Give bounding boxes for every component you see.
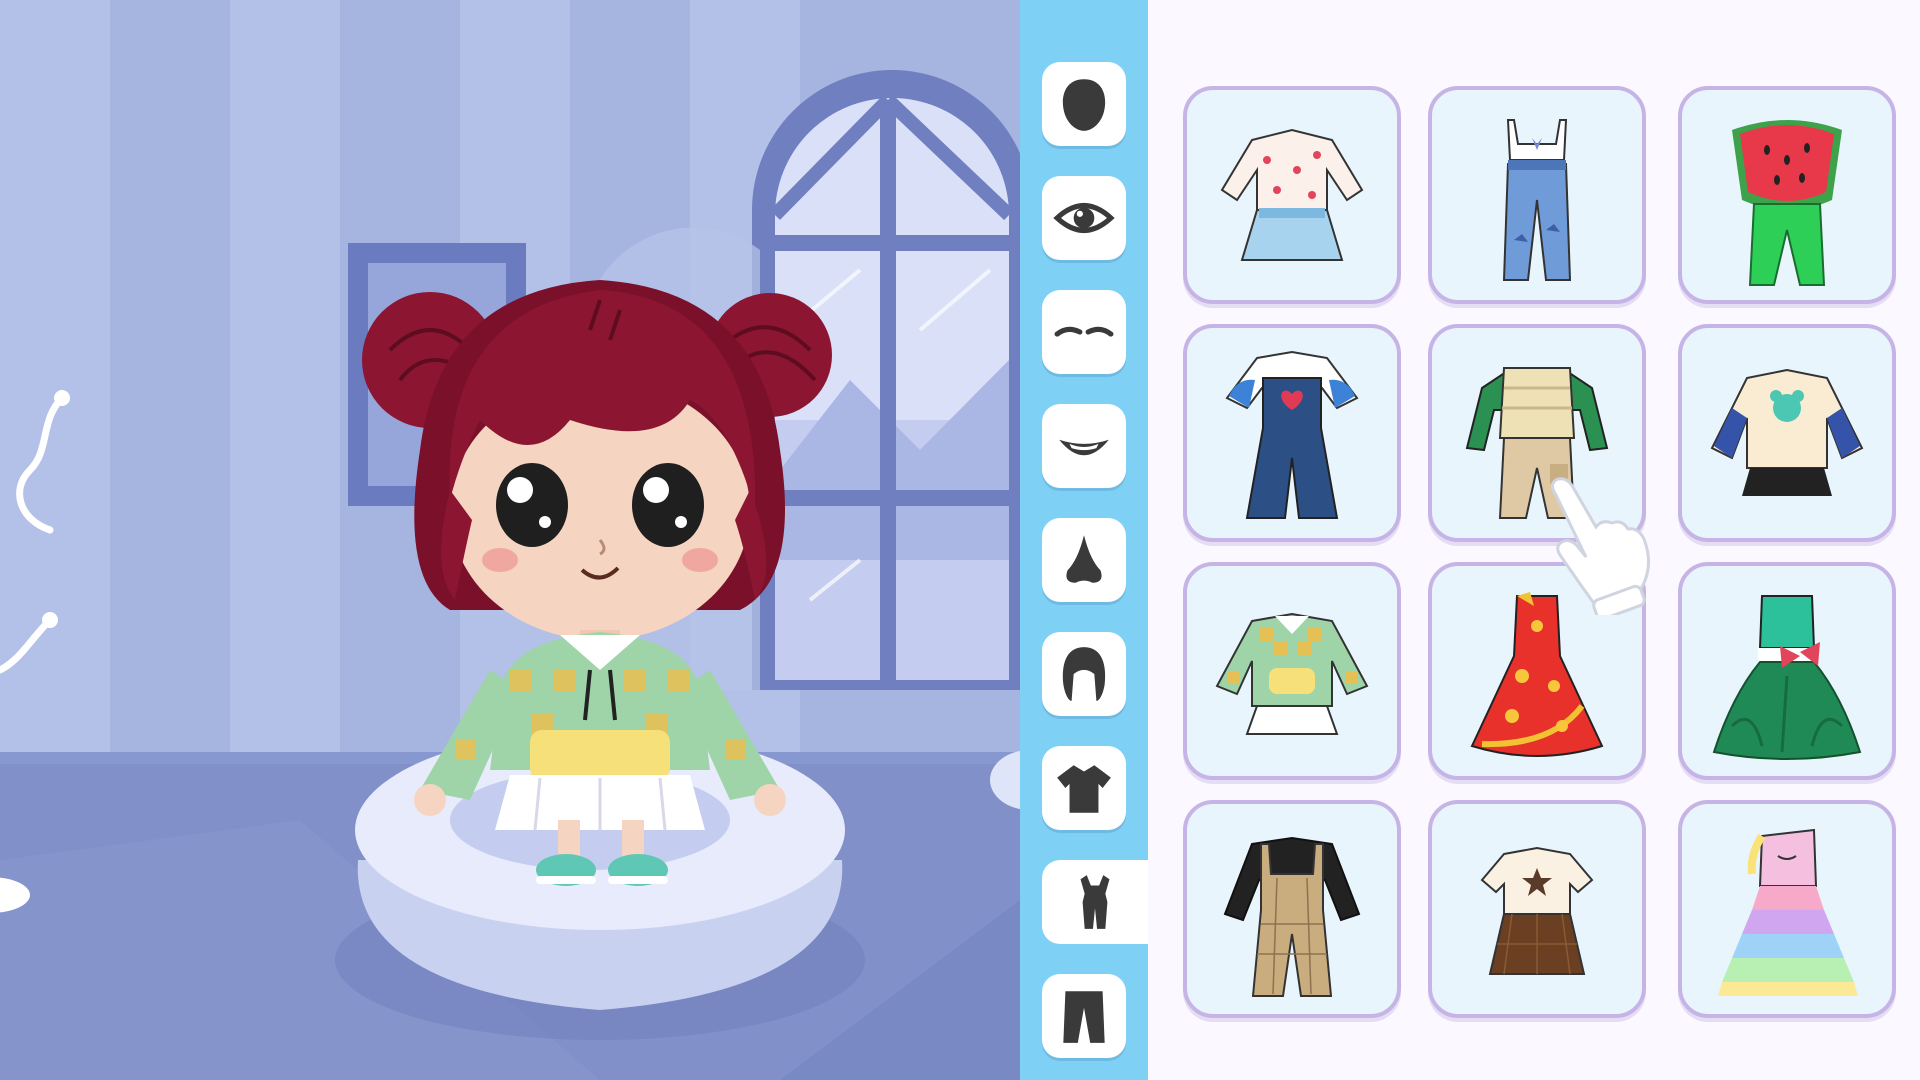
category-outfits-button[interactable] [1042,860,1148,944]
category-bottoms-button[interactable] [1042,974,1126,1058]
watermelon-costume-image [1732,120,1842,286]
category-hair-button[interactable] [1042,632,1126,716]
eye-icon [1053,203,1115,233]
star-tee-brown-skirt-image [1480,846,1594,975]
category-eyes-button[interactable] [1042,176,1126,260]
face-shape-icon [1062,79,1106,131]
outfit-card-green-bow-gown[interactable] [1678,562,1896,780]
nose-icon [1066,535,1102,583]
outfit-card-butterfly-tank-jeans[interactable] [1428,86,1646,304]
outfit-card-watermelon-costume[interactable] [1678,86,1896,304]
outfit-card-checkered-hoodie-skirt[interactable] [1183,562,1401,780]
hair-icon [1062,647,1106,701]
outfit-card-cherry-top-denim-skirt[interactable] [1183,86,1401,304]
outfit-selection-panel [1148,0,1920,1080]
pants-icon [1063,991,1105,1043]
green-bow-gown-image [1712,595,1862,760]
outfit-card-star-tee-brown-skirt[interactable] [1428,800,1646,1018]
category-eyebrows-button[interactable] [1042,290,1126,374]
character-scene [0,0,1020,1080]
category-tops-button[interactable] [1042,746,1126,830]
outfit-card-plaid-overalls[interactable] [1183,800,1401,1018]
category-nose-button[interactable] [1042,518,1126,602]
eyebrow-icon [1054,326,1114,337]
character-legs [536,820,668,886]
cherry-top-denim-skirt-image [1220,128,1364,261]
category-mouth-button[interactable] [1042,404,1126,488]
category-face-button[interactable] [1042,62,1126,146]
character-avatar[interactable] [360,270,840,840]
outfit-card-heart-overalls[interactable] [1183,324,1401,542]
rainbow-unicorn-dress-image [1718,828,1858,996]
outfit-card-bear-sweater-skirt[interactable] [1678,324,1896,542]
plaid-overalls-image [1223,836,1361,997]
shirt-icon [1057,765,1111,813]
bear-sweater-skirt-image [1710,368,1864,496]
full-outfit-icon [1080,875,1110,929]
checkered-hoodie-skirt-image [1215,612,1369,735]
category-sidebar [1020,0,1148,1080]
heart-overalls-image [1225,350,1359,519]
mouth-icon [1059,439,1109,456]
butterfly-tank-jeans-image [1502,119,1572,281]
pointing-hand-icon [1551,477,1650,615]
outfit-card-rainbow-unicorn-dress[interactable] [1678,800,1896,1018]
